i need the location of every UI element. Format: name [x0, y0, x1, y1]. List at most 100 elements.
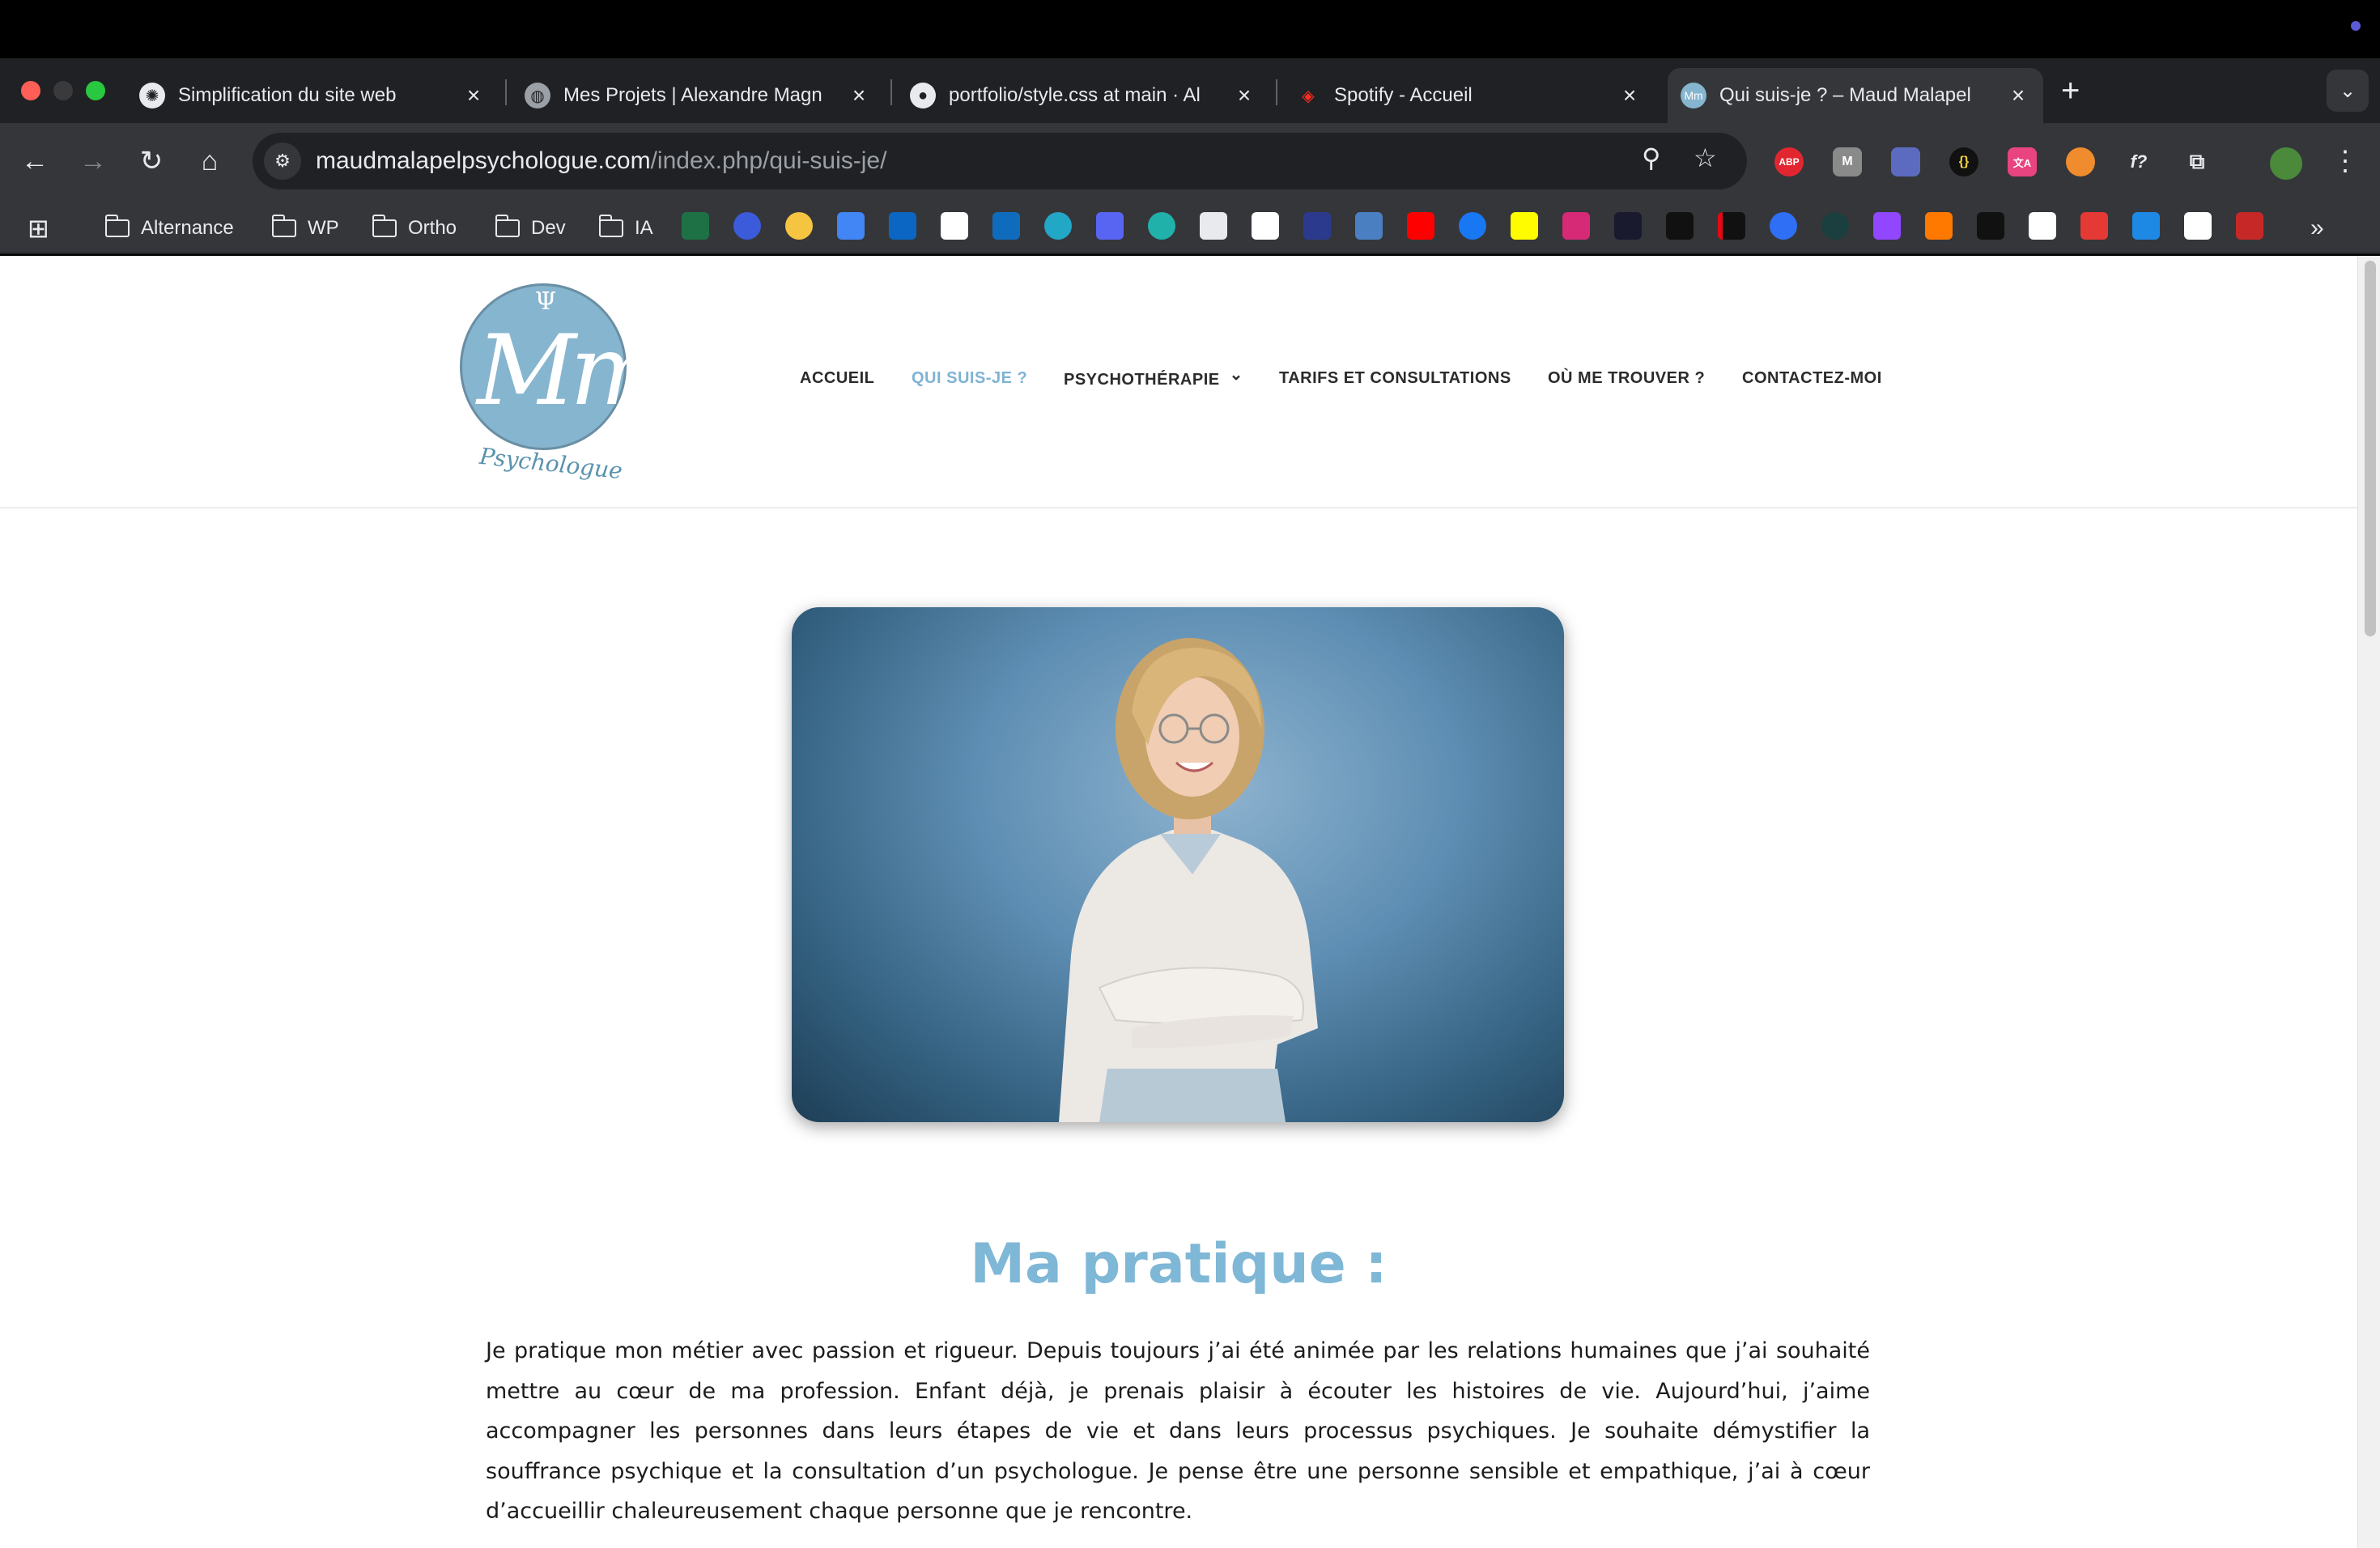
section-title: Ma pratique :: [970, 1232, 1388, 1296]
tab-spotify[interactable]: ◈ Spotify - Accueil ×: [1282, 68, 1655, 123]
scrollbar-thumb[interactable]: [2365, 261, 2376, 636]
prime-video-bookmark-icon[interactable]: [1770, 212, 1797, 240]
zoom-icon[interactable]: ⚲: [1642, 142, 1660, 173]
practice-paragraph: Je pratique mon métier avec passion et r…: [486, 1338, 1870, 1524]
tab-simplification[interactable]: ✺ Simplification du site web ×: [126, 68, 499, 123]
folder-icon: [599, 215, 623, 237]
site-logo[interactable]: Ψ Mm Psychologue: [458, 283, 662, 494]
excel-bookmark-icon[interactable]: [682, 212, 709, 240]
refresh-app-bookmark-icon[interactable]: [1148, 212, 1175, 240]
plus-bookmark-icon[interactable]: [1666, 212, 1694, 240]
shield-bookmark-icon[interactable]: [2080, 212, 2108, 240]
tab-title: portfolio/style.css at main · Al: [949, 84, 1201, 106]
tool-bookmark-icon[interactable]: [1303, 212, 1331, 240]
minimize-window-button[interactable]: [53, 81, 73, 100]
school-bookmark-icon[interactable]: [941, 212, 968, 240]
close-window-button[interactable]: [21, 81, 40, 100]
nav-ou-me-trouver[interactable]: OÙ ME TROUVER ?: [1548, 369, 1705, 388]
site-header: Ψ Mm Psychologue ACCUEIL QUI SUIS-JE ? P…: [0, 256, 2357, 508]
m-extension-icon[interactable]: M: [1833, 147, 1862, 176]
browser-menu-button[interactable]: ⋮: [2327, 142, 2364, 180]
colorzilla-extension-icon[interactable]: [1891, 147, 1920, 176]
tab-separator: [890, 79, 892, 105]
nav-tarifs[interactable]: TARIFS ET CONSULTATIONS: [1279, 369, 1511, 388]
profile-avatar[interactable]: [2270, 147, 2302, 180]
folder-label: Ortho: [408, 217, 457, 239]
laravel-icon: ◈: [1302, 87, 1315, 105]
dark-reader-extension-icon[interactable]: [2066, 147, 2095, 176]
openai-icon: ✺: [139, 83, 165, 108]
url-host: maudmalapelpsychologue.com: [316, 147, 651, 174]
extensions-puzzle-icon[interactable]: ⧉: [2182, 147, 2212, 176]
outlook-bookmark-icon[interactable]: [992, 212, 1020, 240]
figma-bookmark-icon[interactable]: [1252, 212, 1279, 240]
playstation-bookmark-icon[interactable]: [2184, 212, 2212, 240]
calendar-bookmark-icon[interactable]: [1355, 212, 1383, 240]
bookmark-folder-ia[interactable]: IA: [599, 214, 653, 243]
folder-label: Alternance: [141, 217, 234, 239]
bookmark-folder-dev[interactable]: Dev: [495, 214, 566, 243]
chevron-down-icon: ⌄: [1229, 366, 1243, 384]
canva-bookmark-icon[interactable]: [733, 212, 761, 240]
close-tab-icon[interactable]: ×: [461, 83, 486, 108]
back-button[interactable]: ←: [16, 142, 53, 180]
valorant-bookmark-icon[interactable]: [1614, 212, 1642, 240]
pinterest-like-bookmark-icon[interactable]: [1044, 212, 1072, 240]
nav-qui-suis-je[interactable]: QUI SUIS-JE ?: [912, 369, 1027, 388]
tab-mes-projets[interactable]: ◍ Mes Projets | Alexandre Magn ×: [512, 68, 884, 123]
notion-bookmark-icon[interactable]: [1200, 212, 1227, 240]
docs-bookmark-icon[interactable]: [837, 212, 865, 240]
emoji-bookmark-icon[interactable]: [785, 212, 813, 240]
new-tab-button[interactable]: +: [2061, 73, 2080, 109]
address-bar[interactable]: ⚙ maudmalapelpsychologue.com/index.php/q…: [253, 133, 1747, 189]
nav-accueil[interactable]: ACCUEIL: [800, 369, 874, 388]
twitch-bookmark-icon[interactable]: [1873, 212, 1901, 240]
github-icon: ●: [910, 83, 936, 108]
instagram-bookmark-icon[interactable]: [1562, 212, 1590, 240]
apps-grid-icon[interactable]: ⊞: [28, 214, 49, 243]
portrait-photo: [792, 607, 1564, 1122]
tab-portfolio-style[interactable]: ● portfolio/style.css at main · Al ×: [897, 68, 1269, 123]
app-bookmark-icon[interactable]: [1096, 212, 1124, 240]
site-settings-icon[interactable]: ⚙: [264, 142, 301, 180]
url-text[interactable]: maudmalapelpsychologue.com/index.php/qui…: [316, 147, 886, 175]
nav-contactez-moi[interactable]: CONTACTEZ-MOI: [1742, 369, 1882, 388]
bookmark-folder-ortho[interactable]: Ortho: [372, 214, 457, 243]
close-tab-icon[interactable]: ×: [1232, 83, 1256, 108]
translate-extension-icon[interactable]: 文A: [2008, 147, 2037, 176]
close-tab-icon[interactable]: ×: [1617, 83, 1642, 108]
youtube-bookmark-icon[interactable]: [1407, 212, 1434, 240]
forward-button[interactable]: →: [74, 142, 112, 180]
amazon-bookmark-icon[interactable]: [2029, 212, 2056, 240]
bookmark-star-icon[interactable]: ☆: [1694, 142, 1717, 173]
stream-bookmark-icon[interactable]: [1821, 212, 1849, 240]
netflix-bookmark-icon[interactable]: [1718, 212, 1745, 240]
linkedin-bookmark-icon[interactable]: [889, 212, 916, 240]
home-button[interactable]: ⌂: [191, 142, 228, 180]
reload-button[interactable]: ↻: [133, 142, 170, 180]
adblock-extension-icon[interactable]: ABP: [1774, 147, 1804, 176]
club-crest-bookmark-icon[interactable]: [2236, 212, 2263, 240]
snapchat-bookmark-icon[interactable]: [1511, 212, 1538, 240]
page-scrollbar[interactable]: [2357, 256, 2380, 1548]
url-path: /index.php/qui-suis-je/: [650, 147, 887, 174]
bookmark-folder-alternance[interactable]: Alternance: [105, 214, 234, 243]
tab-qui-suis-je[interactable]: Mm Qui suis-je ? – Maud Malapel ×: [1668, 68, 2043, 123]
json-extension-icon[interactable]: {}: [1949, 147, 1978, 176]
canal-bookmark-icon[interactable]: [1977, 212, 2004, 240]
bookmark-folder-wp[interactable]: WP: [272, 214, 339, 243]
psi-symbol: Ψ: [534, 287, 557, 316]
tab-title: Mes Projets | Alexandre Magn: [563, 84, 822, 106]
close-tab-icon[interactable]: ×: [847, 83, 871, 108]
facebook-bookmark-icon[interactable]: [1459, 212, 1486, 240]
nav-psychotherapie[interactable]: PSYCHOTHÉRAPIE ⌄: [1064, 366, 1243, 389]
tab-search-button[interactable]: ⌄: [2327, 70, 2369, 112]
maximize-window-button[interactable]: [86, 81, 105, 100]
bookmarks-overflow-icon[interactable]: »: [2310, 214, 2324, 243]
folder-label: Dev: [531, 217, 566, 239]
orange-bookmark-icon[interactable]: [1925, 212, 1953, 240]
close-tab-icon[interactable]: ×: [2006, 83, 2030, 108]
crown-bookmark-icon[interactable]: [2132, 212, 2160, 240]
whatfont-extension-icon[interactable]: f?: [2124, 147, 2153, 176]
bookmarks-bar: ⊞ Alternance WP Ortho Dev IA »: [0, 199, 2380, 254]
